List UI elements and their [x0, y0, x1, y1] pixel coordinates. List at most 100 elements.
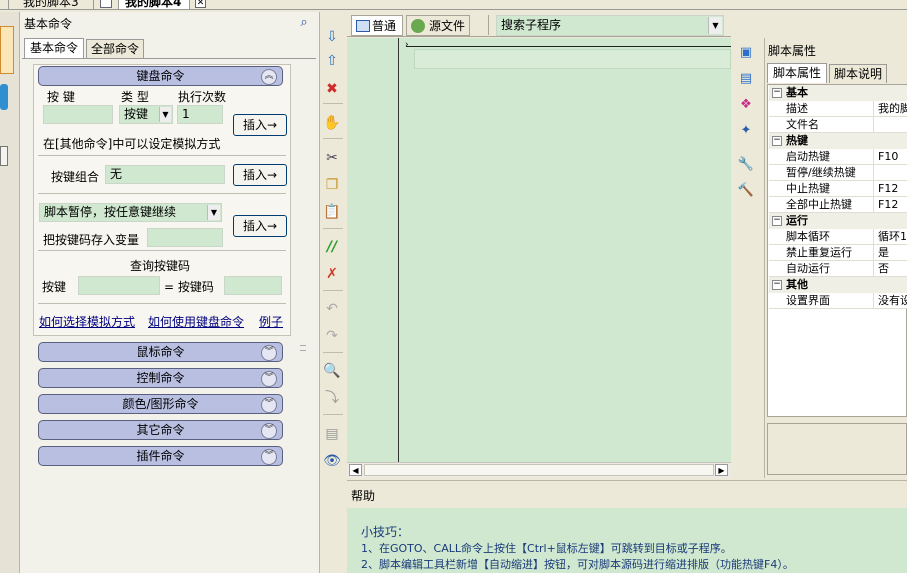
- chevron-down-icon[interactable]: ▼: [207, 205, 220, 220]
- section-color-title: 颜色/图形命令: [122, 397, 199, 411]
- key-input[interactable]: [43, 105, 113, 124]
- color-icon[interactable]: ❖: [736, 95, 756, 115]
- prop-group-basic[interactable]: − 基本: [769, 85, 907, 101]
- left-panel-title: 基本命令: [24, 17, 73, 31]
- prop-group-run[interactable]: − 运行: [769, 213, 907, 229]
- subtab-basic[interactable]: 基本命令: [24, 38, 84, 58]
- prop-loop[interactable]: 脚本循环循环1次: [769, 229, 907, 245]
- collapse-icon[interactable]: −: [772, 88, 782, 98]
- link-keyboard-usage[interactable]: 如何使用键盘命令: [148, 313, 244, 330]
- chevron-down-icon[interactable]: ▼: [159, 107, 171, 122]
- edge-icon-3[interactable]: [0, 146, 8, 166]
- plugin-icon[interactable]: ✦: [736, 121, 756, 141]
- query-key-label: 按键: [42, 280, 67, 294]
- find-next-icon[interactable]: ⤵: [321, 388, 343, 408]
- count-input[interactable]: 1: [177, 105, 223, 124]
- expand-icon[interactable]: ︾: [261, 345, 277, 361]
- format-icon[interactable]: ▤: [321, 424, 343, 444]
- subtab-all[interactable]: 全部命令: [86, 39, 144, 58]
- splitter-grip[interactable]: [300, 345, 306, 351]
- link-example[interactable]: 例子: [259, 313, 283, 330]
- scroll-thumb[interactable]: [364, 464, 714, 476]
- expand-icon[interactable]: ︾: [261, 423, 277, 439]
- count-column-label: 执行次数: [178, 90, 227, 104]
- prop-group-hotkey[interactable]: − 热键: [769, 133, 907, 149]
- prop-stop-all-hotkey[interactable]: 全部中止热键 F12: [769, 197, 907, 213]
- tab-script-desc-label: 脚本说明: [833, 67, 882, 81]
- tab-script-props[interactable]: 脚本属性: [767, 63, 827, 83]
- combo-input[interactable]: 无: [105, 165, 225, 184]
- section-other[interactable]: 其它命令 ︾: [38, 420, 283, 440]
- pause-select[interactable]: 脚本暂停，按任意键继续 ▼: [39, 203, 222, 222]
- toolbar-divider: [488, 15, 489, 35]
- move-down-icon[interactable]: ⇩: [321, 27, 343, 47]
- query-key-input[interactable]: [78, 276, 160, 295]
- insert-pause-button[interactable]: 插入→: [233, 215, 287, 237]
- search-subroutine-combo[interactable]: 搜索子程序 ▼: [496, 15, 724, 36]
- prop-pause-hotkey[interactable]: 暂停/继续热键: [769, 165, 907, 181]
- prop-autorun[interactable]: 自动运行否: [769, 261, 907, 277]
- count-input-value: 1: [182, 107, 190, 121]
- move-up-icon[interactable]: ⇧: [321, 51, 343, 71]
- prop-stop-hotkey[interactable]: 中止热键 F12: [769, 181, 907, 197]
- undo-icon[interactable]: ↶: [321, 299, 343, 319]
- script-icon[interactable]: ▣: [736, 43, 756, 63]
- cut-icon[interactable]: ✂: [321, 148, 343, 168]
- preview-eye-icon[interactable]: 👁: [321, 451, 343, 471]
- prop-filename[interactable]: 文件名: [769, 117, 907, 133]
- prop-description[interactable]: 描述 我的脚: [769, 101, 907, 117]
- section-control[interactable]: 控制命令 ︾: [38, 368, 283, 388]
- copy-icon[interactable]: ❐: [321, 175, 343, 195]
- add-tool-icon[interactable]: 🔧: [736, 155, 756, 175]
- insert-key-button-label: 插入→: [242, 118, 278, 132]
- tab-source[interactable]: 源文件: [406, 15, 470, 36]
- editor-line-box: [414, 49, 731, 69]
- prop-start-hotkey[interactable]: 启动热键 F10: [769, 149, 907, 165]
- delete-icon[interactable]: ✖: [321, 79, 343, 99]
- redo-icon[interactable]: ↷: [321, 326, 343, 346]
- collapse-icon[interactable]: ︽: [261, 69, 277, 85]
- expand-icon[interactable]: ︾: [261, 371, 277, 387]
- section-color[interactable]: 颜色/图形命令 ︾: [38, 394, 283, 414]
- tab-script3[interactable]: 我的脚本3: [8, 0, 94, 10]
- search-command-icon[interactable]: ⌕: [295, 15, 313, 31]
- doc-icon[interactable]: ▤: [736, 69, 756, 89]
- hand-icon[interactable]: ✋: [321, 113, 343, 133]
- scroll-right-icon[interactable]: ▶: [715, 464, 728, 476]
- chevron-down-icon[interactable]: ▼: [708, 17, 722, 34]
- expand-icon[interactable]: ︾: [261, 397, 277, 413]
- type-select[interactable]: 按键 ▼: [119, 105, 173, 124]
- insert-combo-button[interactable]: 插入→: [233, 164, 287, 186]
- scroll-left-icon[interactable]: ◀: [349, 464, 362, 476]
- tab-script4[interactable]: 我的脚本4: [118, 0, 190, 10]
- uncomment-icon[interactable]: ✗: [321, 264, 343, 284]
- keyboard-command-header[interactable]: 键盘命令 ︽: [38, 66, 283, 86]
- query-keycode-title: 查询按键码: [130, 259, 191, 273]
- collapse-icon[interactable]: −: [772, 136, 782, 146]
- collapse-icon[interactable]: −: [772, 216, 782, 226]
- prop-settings-ui[interactable]: 设置界面 没有设: [769, 293, 907, 309]
- keyboard-command-title: 键盘命令: [136, 69, 185, 83]
- store-keycode-input[interactable]: [147, 228, 223, 247]
- section-mouse[interactable]: 鼠标命令 ︾: [38, 342, 283, 362]
- insert-key-button[interactable]: 插入→: [233, 114, 287, 136]
- link-simulation-mode[interactable]: 如何选择模拟方式: [39, 313, 135, 330]
- tab-script-desc[interactable]: 脚本说明: [829, 64, 887, 83]
- comment-icon[interactable]: //: [321, 237, 343, 257]
- section-plugin[interactable]: 插件命令 ︾: [38, 446, 283, 466]
- paste-icon[interactable]: 📋: [321, 202, 343, 222]
- edge-icon-1[interactable]: [0, 26, 14, 74]
- expand-icon[interactable]: ︾: [261, 449, 277, 465]
- prop-no-repeat[interactable]: 禁止重复运行是: [769, 245, 907, 261]
- tab-source-label: 源文件: [429, 19, 466, 33]
- edge-icon-2[interactable]: [0, 84, 8, 110]
- script-editor[interactable]: [347, 38, 731, 462]
- collapse-icon[interactable]: −: [772, 280, 782, 290]
- type-select-value: 按键: [124, 107, 149, 121]
- tab-normal[interactable]: 普通: [351, 15, 403, 36]
- remove-tool-icon[interactable]: 🔨: [736, 181, 756, 201]
- prop-group-other[interactable]: − 其他: [769, 277, 907, 293]
- close-tab-icon[interactable]: ✕: [195, 0, 206, 8]
- find-icon[interactable]: 🔍: [321, 361, 343, 381]
- tab-script3-label: 我的脚本3: [23, 0, 79, 9]
